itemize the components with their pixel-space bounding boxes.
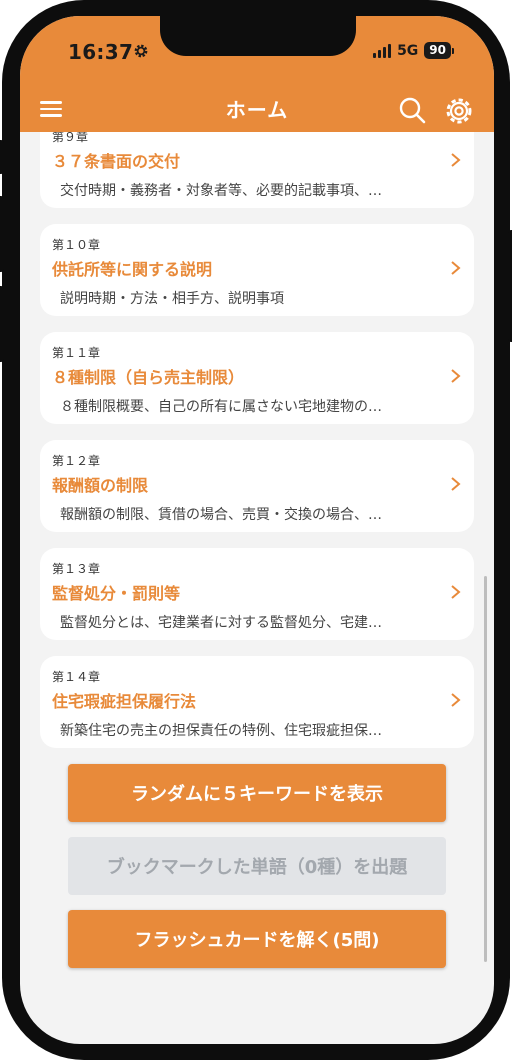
chevron-right-icon — [451, 369, 461, 383]
app-screen: 16:37 5G 90 ホーム 第９章 ３７条書面の交付 交付時期・義務者・対象… — [20, 16, 494, 1044]
chapter-card-12[interactable]: 第１２章 報酬額の制限 報酬額の制限、賃借の場合、売買・交換の場合、… — [40, 440, 474, 532]
chevron-right-icon — [451, 693, 461, 707]
phone-side-button — [0, 140, 4, 174]
phone-side-button — [508, 230, 512, 342]
chapter-title: 供託所等に関する説明 — [52, 260, 213, 279]
chapter-card-13[interactable]: 第１３章 監督処分・罰則等 監督処分とは、宅建業者に対する監督処分、宅建… — [40, 548, 474, 640]
chapter-number: 第１１章 — [52, 346, 101, 360]
chapter-description: 報酬額の制限、賃借の場合、売買・交換の場合、… — [60, 507, 382, 523]
chapter-number: 第１２章 — [52, 454, 101, 468]
status-indicators: 5G 90 — [373, 42, 454, 59]
chapter-title: 住宅瑕疵担保履行法 — [52, 692, 197, 711]
battery-icon: 90 — [424, 42, 451, 59]
chapter-card-11[interactable]: 第１１章 ８種制限（自ら売主制限） ８種制限概要、自己の所有に属さない宅地建物の… — [40, 332, 474, 424]
chevron-right-icon — [451, 153, 461, 167]
random-keywords-button[interactable]: ランダムに５キーワードを表示 — [68, 764, 446, 822]
signal-icon — [373, 43, 392, 58]
chevron-right-icon — [451, 261, 461, 275]
phone-frame: 16:37 5G 90 ホーム 第９章 ３７条書面の交付 交付時期・義務者・対象… — [0, 0, 512, 1060]
phone-side-button — [0, 286, 4, 362]
chapter-description: 監督処分とは、宅建業者に対する監督処分、宅建… — [60, 615, 382, 631]
bookmark-quiz-button[interactable]: ブックマークした単語（0種）を出題 — [68, 837, 446, 895]
search-icon[interactable] — [398, 96, 426, 124]
gear-icon[interactable] — [444, 96, 474, 126]
chapter-card-10[interactable]: 第１０章 供託所等に関する説明 説明時期・方法・相手方、説明事項 — [40, 224, 474, 316]
chapter-description: 交付時期・義務者・対象者等、必要的記載事項、… — [60, 183, 382, 199]
chapter-description: ８種制限概要、自己の所有に属さない宅地建物の… — [60, 399, 382, 415]
chapter-title: 報酬額の制限 — [52, 476, 149, 495]
chapter-number: 第１４章 — [52, 670, 101, 684]
phone-side-button — [0, 196, 4, 272]
chapter-title: ３７条書面の交付 — [52, 152, 181, 171]
chapter-title: ８種制限（自ら売主制限） — [52, 368, 245, 387]
chapter-number: 第１０章 — [52, 238, 101, 252]
chapter-description: 新築住宅の売主の担保責任の特例、住宅瑕疵担保… — [60, 723, 382, 739]
device-notch — [160, 16, 356, 56]
chapter-number: 第１３章 — [52, 562, 101, 576]
chevron-right-icon — [451, 585, 461, 599]
scrollbar[interactable] — [484, 576, 487, 962]
chapter-list: 第９章 ３７条書面の交付 交付時期・義務者・対象者等、必要的記載事項、… 第１０… — [20, 132, 494, 1044]
battery-cap — [452, 47, 454, 54]
status-time: 16:37 — [68, 40, 134, 64]
chapter-description: 説明時期・方法・相手方、説明事項 — [60, 291, 284, 307]
chapter-title: 監督処分・罰則等 — [52, 584, 181, 603]
flashcard-button[interactable]: フラッシュカードを解く(5問) — [68, 910, 446, 968]
chevron-right-icon — [451, 477, 461, 491]
network-type: 5G — [397, 42, 419, 59]
chapter-number: 第９章 — [52, 132, 89, 144]
chapter-card-9[interactable]: 第９章 ３７条書面の交付 交付時期・義務者・対象者等、必要的記載事項、… — [40, 132, 474, 208]
status-settings-icon — [134, 44, 148, 58]
chapter-card-14[interactable]: 第１４章 住宅瑕疵担保履行法 新築住宅の売主の担保責任の特例、住宅瑕疵担保… — [40, 656, 474, 748]
